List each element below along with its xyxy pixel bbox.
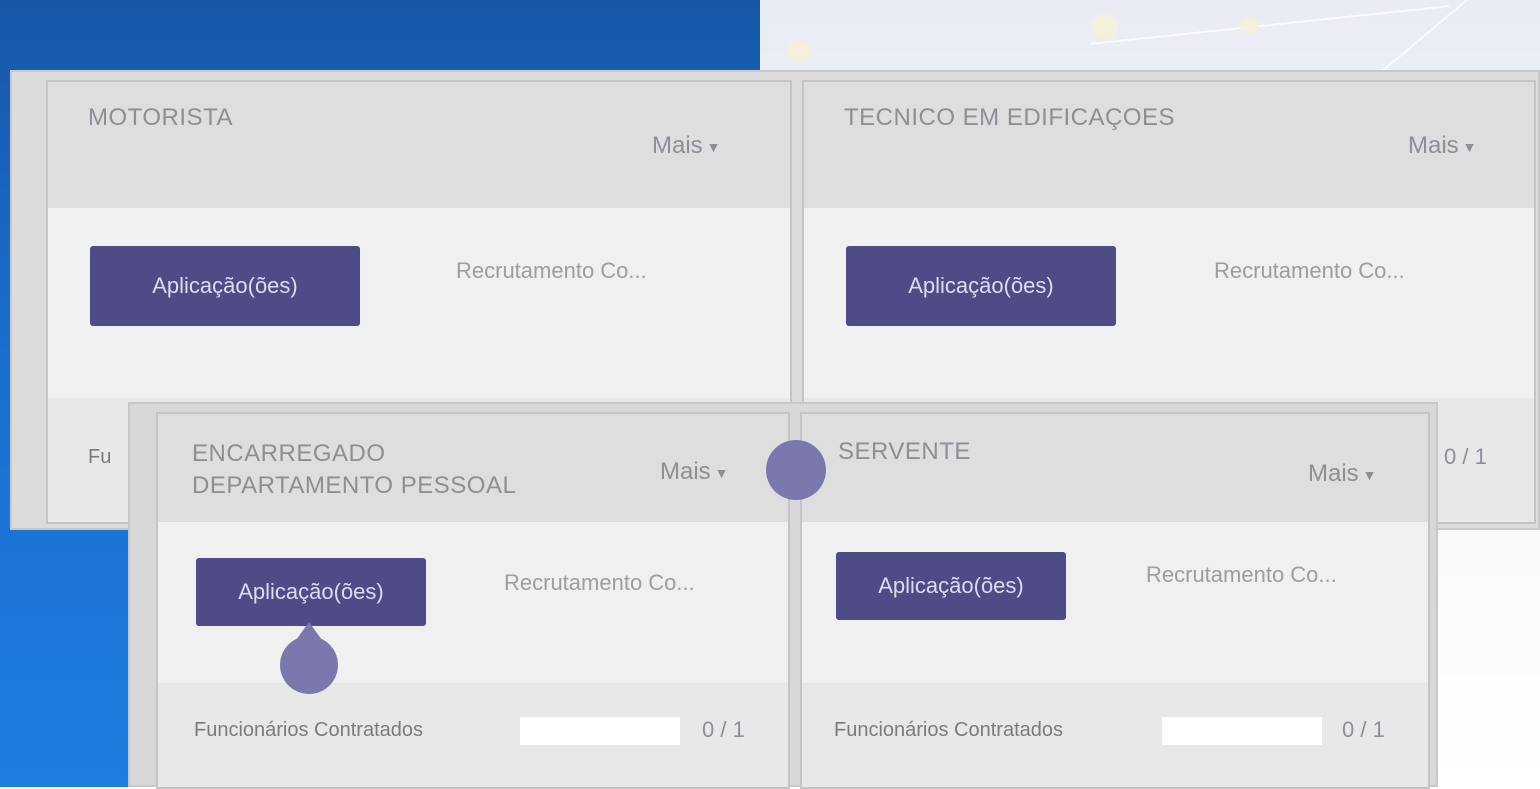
more-label: Mais (1308, 460, 1359, 487)
recruitment-label: Recrutamento Co... (456, 258, 647, 283)
applications-button[interactable]: Aplicação(ões) (836, 552, 1066, 620)
job-title: ENCARREGADO DEPARTAMENTO PESSOAL (192, 440, 517, 499)
card-footer: Funcionários Contratados 0 / 1 (158, 683, 788, 787)
card-header: ENCARREGADO DEPARTAMENTO PESSOAL Mais ▼ (158, 414, 788, 522)
caret-down-icon: ▼ (1462, 138, 1477, 155)
job-title: TECNICO EM EDIFICAÇOES (844, 104, 1176, 131)
more-menu-button[interactable]: Mais ▼ (660, 458, 729, 486)
job-title: MOTORISTA (88, 104, 233, 131)
hired-count: 0 / 1 (1342, 717, 1385, 742)
decorative-dot (1092, 14, 1118, 40)
card-header: SERVENTE Mais ▼ (802, 414, 1428, 522)
hired-progress-bar (520, 717, 680, 745)
hired-count: 0 / 1 (702, 717, 745, 742)
decorative-dot (1240, 16, 1258, 34)
more-menu-button[interactable]: Mais ▼ (652, 132, 721, 160)
tour-marker-icon[interactable] (280, 636, 338, 694)
applications-button[interactable]: Aplicação(ões) (196, 558, 426, 626)
recruitment-label: Recrutamento Co... (1146, 562, 1337, 587)
hired-progress-bar (1162, 717, 1322, 745)
card-header: TECNICO EM EDIFICAÇOES Mais ▼ (804, 82, 1534, 208)
applications-button[interactable]: Aplicação(ões) (846, 246, 1116, 326)
caret-down-icon: ▼ (1362, 466, 1377, 483)
card-header: MOTORISTA Mais ▼ (48, 82, 790, 208)
recruitment-label: Recrutamento Co... (504, 570, 695, 595)
card-footer: Funcionários Contratados 0 / 1 (802, 683, 1428, 787)
hired-label: Funcionários Contratados (194, 719, 424, 741)
recruitment-label: Recrutamento Co... (1214, 258, 1405, 283)
caret-down-icon: ▼ (714, 464, 729, 481)
job-card-encarregado-departamento-pessoal: ENCARREGADO DEPARTAMENTO PESSOAL Mais ▼ A… (156, 412, 790, 789)
more-menu-button[interactable]: Mais ▼ (1308, 460, 1377, 488)
hired-count: 0 / 1 (1444, 444, 1487, 469)
job-card-servente: SERVENTE Mais ▼ Aplicação(ões) Recrutamen… (800, 412, 1430, 789)
tour-marker-icon[interactable] (766, 440, 826, 500)
job-title: SERVENTE (838, 438, 971, 465)
tour-marker-pointer (296, 622, 322, 640)
more-label: Mais (1408, 132, 1459, 159)
more-label: Mais (652, 132, 703, 159)
hired-label: Funcionários Contratados (834, 719, 1064, 741)
decorative-dot (788, 40, 810, 62)
decorative-line (1090, 5, 1450, 45)
hired-label: Fu (88, 446, 112, 468)
caret-down-icon: ▼ (706, 138, 721, 155)
more-label: Mais (660, 458, 711, 485)
applications-button[interactable]: Aplicação(ões) (90, 246, 360, 326)
more-menu-button[interactable]: Mais ▼ (1408, 132, 1477, 160)
